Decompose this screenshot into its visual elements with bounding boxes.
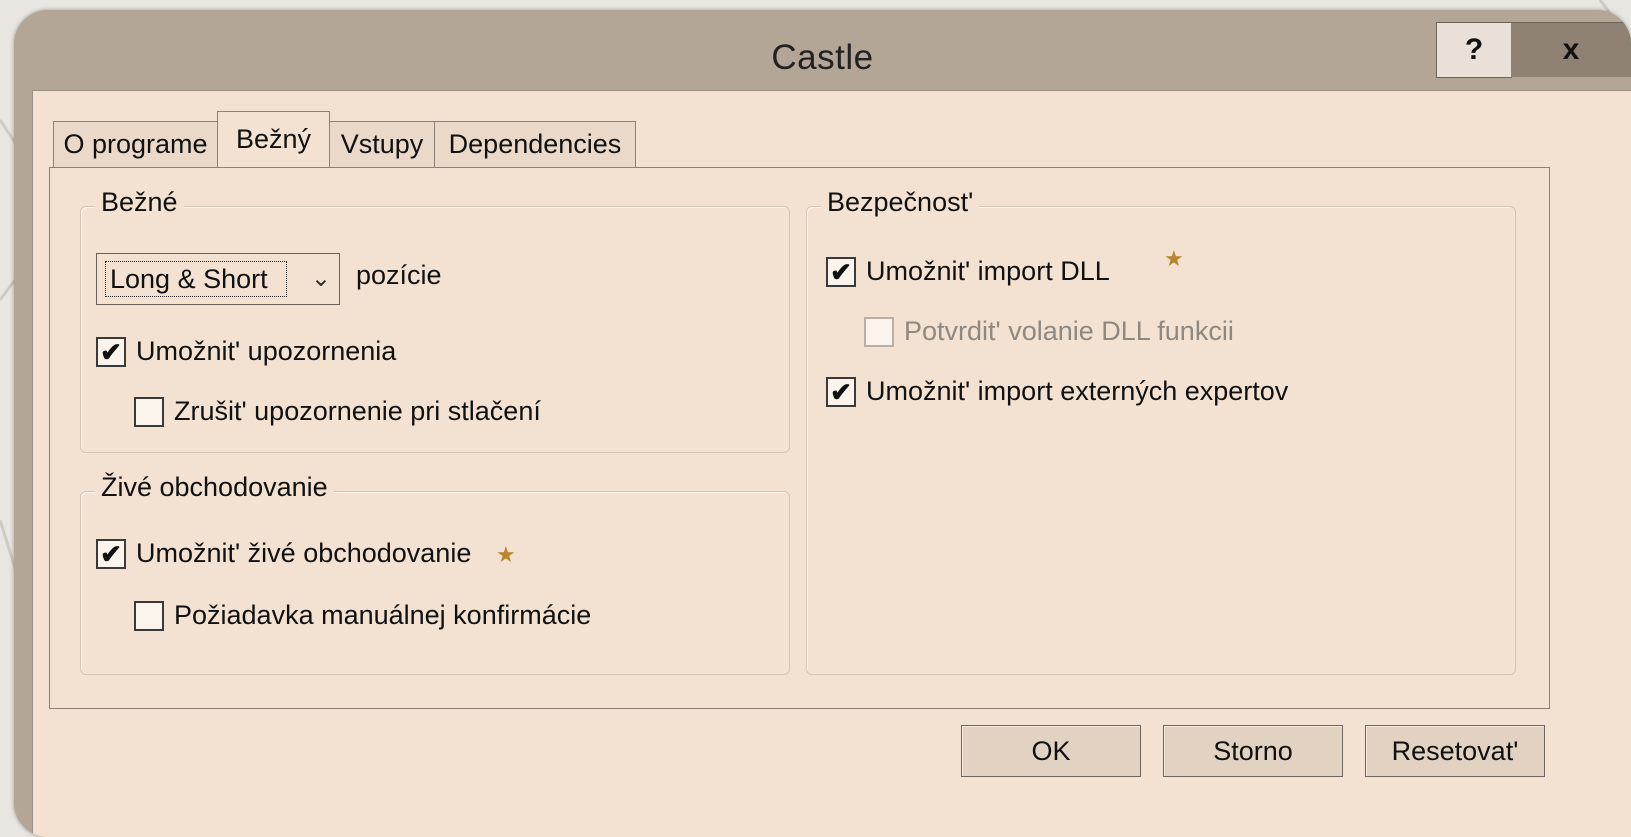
live-trading-group: Živé obchodovanie <box>80 472 790 675</box>
checkbox-empty <box>134 600 164 631</box>
window-title: Castle <box>771 38 874 77</box>
check-icon: ✔ <box>96 538 126 569</box>
dialog-window: Castle ? x O programe Bežný Vstupy Depen… <box>14 10 1631 837</box>
star-icon: ★ <box>496 542 516 567</box>
cancel-button[interactable]: Storno <box>1163 725 1343 777</box>
tab-vstupy[interactable]: Vstupy <box>329 121 435 167</box>
allow-alerts-label: Umožnit' upozornenia <box>136 336 397 366</box>
confirm-dll-checkbox[interactable]: Potvrdit' volanie DLL funkcii <box>864 316 1234 347</box>
general-group-title: Bežné <box>95 187 184 218</box>
allow-experts-label: Umožnit' import externých expertov <box>866 376 1289 406</box>
confirm-dll-label: Potvrdit' volanie DLL funkcii <box>904 316 1234 346</box>
manual-confirm-label: Požiadavka manuálnej konfirmácie <box>174 600 592 630</box>
position-type-select[interactable]: Long & Short ⌄ <box>96 253 340 305</box>
tab-o-programe[interactable]: O programe <box>53 121 218 167</box>
tab-dependencies[interactable]: Dependencies <box>434 121 636 167</box>
allow-live-trading-checkbox[interactable]: ✔ Umožnit' živé obchodovanie <box>96 538 471 569</box>
allow-experts-checkbox[interactable]: ✔ Umožnit' import externých expertov <box>826 376 1288 407</box>
security-group-title: Bezpečnost' <box>821 187 980 218</box>
checkbox-empty <box>864 316 894 347</box>
position-type-value: Long & Short <box>105 261 287 297</box>
allow-alerts-checkbox[interactable]: ✔ Umožnit' upozornenia <box>96 336 396 367</box>
chevron-down-icon: ⌄ <box>310 265 331 292</box>
allow-dll-checkbox[interactable]: ✔ Umožnit' import DLL <box>826 256 1110 287</box>
checkbox-empty <box>134 396 164 427</box>
allow-dll-label: Umožnit' import DLL <box>866 256 1110 286</box>
tab-panel-bezny: Bežné Long & Short ⌄ pozície ✔ Umožnit' … <box>49 167 1550 709</box>
dialog-client-area: O programe Bežný Vstupy Dependencies Bež… <box>32 90 1631 837</box>
cancel-alert-checkbox[interactable]: Zrušit' upozornenie pri stlačení <box>134 396 541 427</box>
position-suffix-label: pozície <box>356 260 442 290</box>
live-trading-group-title: Živé obchodovanie <box>95 472 334 503</box>
check-icon: ✔ <box>96 336 126 367</box>
manual-confirm-checkbox[interactable]: Požiadavka manuálnej konfirmácie <box>134 600 591 631</box>
star-icon: ★ <box>1164 246 1184 271</box>
allow-live-trading-label: Umožnit' živé obchodovanie <box>136 538 472 568</box>
cancel-alert-label: Zrušit' upozornenie pri stlačení <box>174 396 541 426</box>
help-button[interactable]: ? <box>1436 22 1512 78</box>
check-icon: ✔ <box>826 256 856 287</box>
tab-bezny[interactable]: Bežný <box>217 111 330 167</box>
reset-button[interactable]: Resetovat' <box>1365 725 1545 777</box>
ok-button[interactable]: OK <box>961 725 1141 777</box>
check-icon: ✔ <box>826 376 856 407</box>
close-button[interactable]: x <box>1511 22 1631 77</box>
